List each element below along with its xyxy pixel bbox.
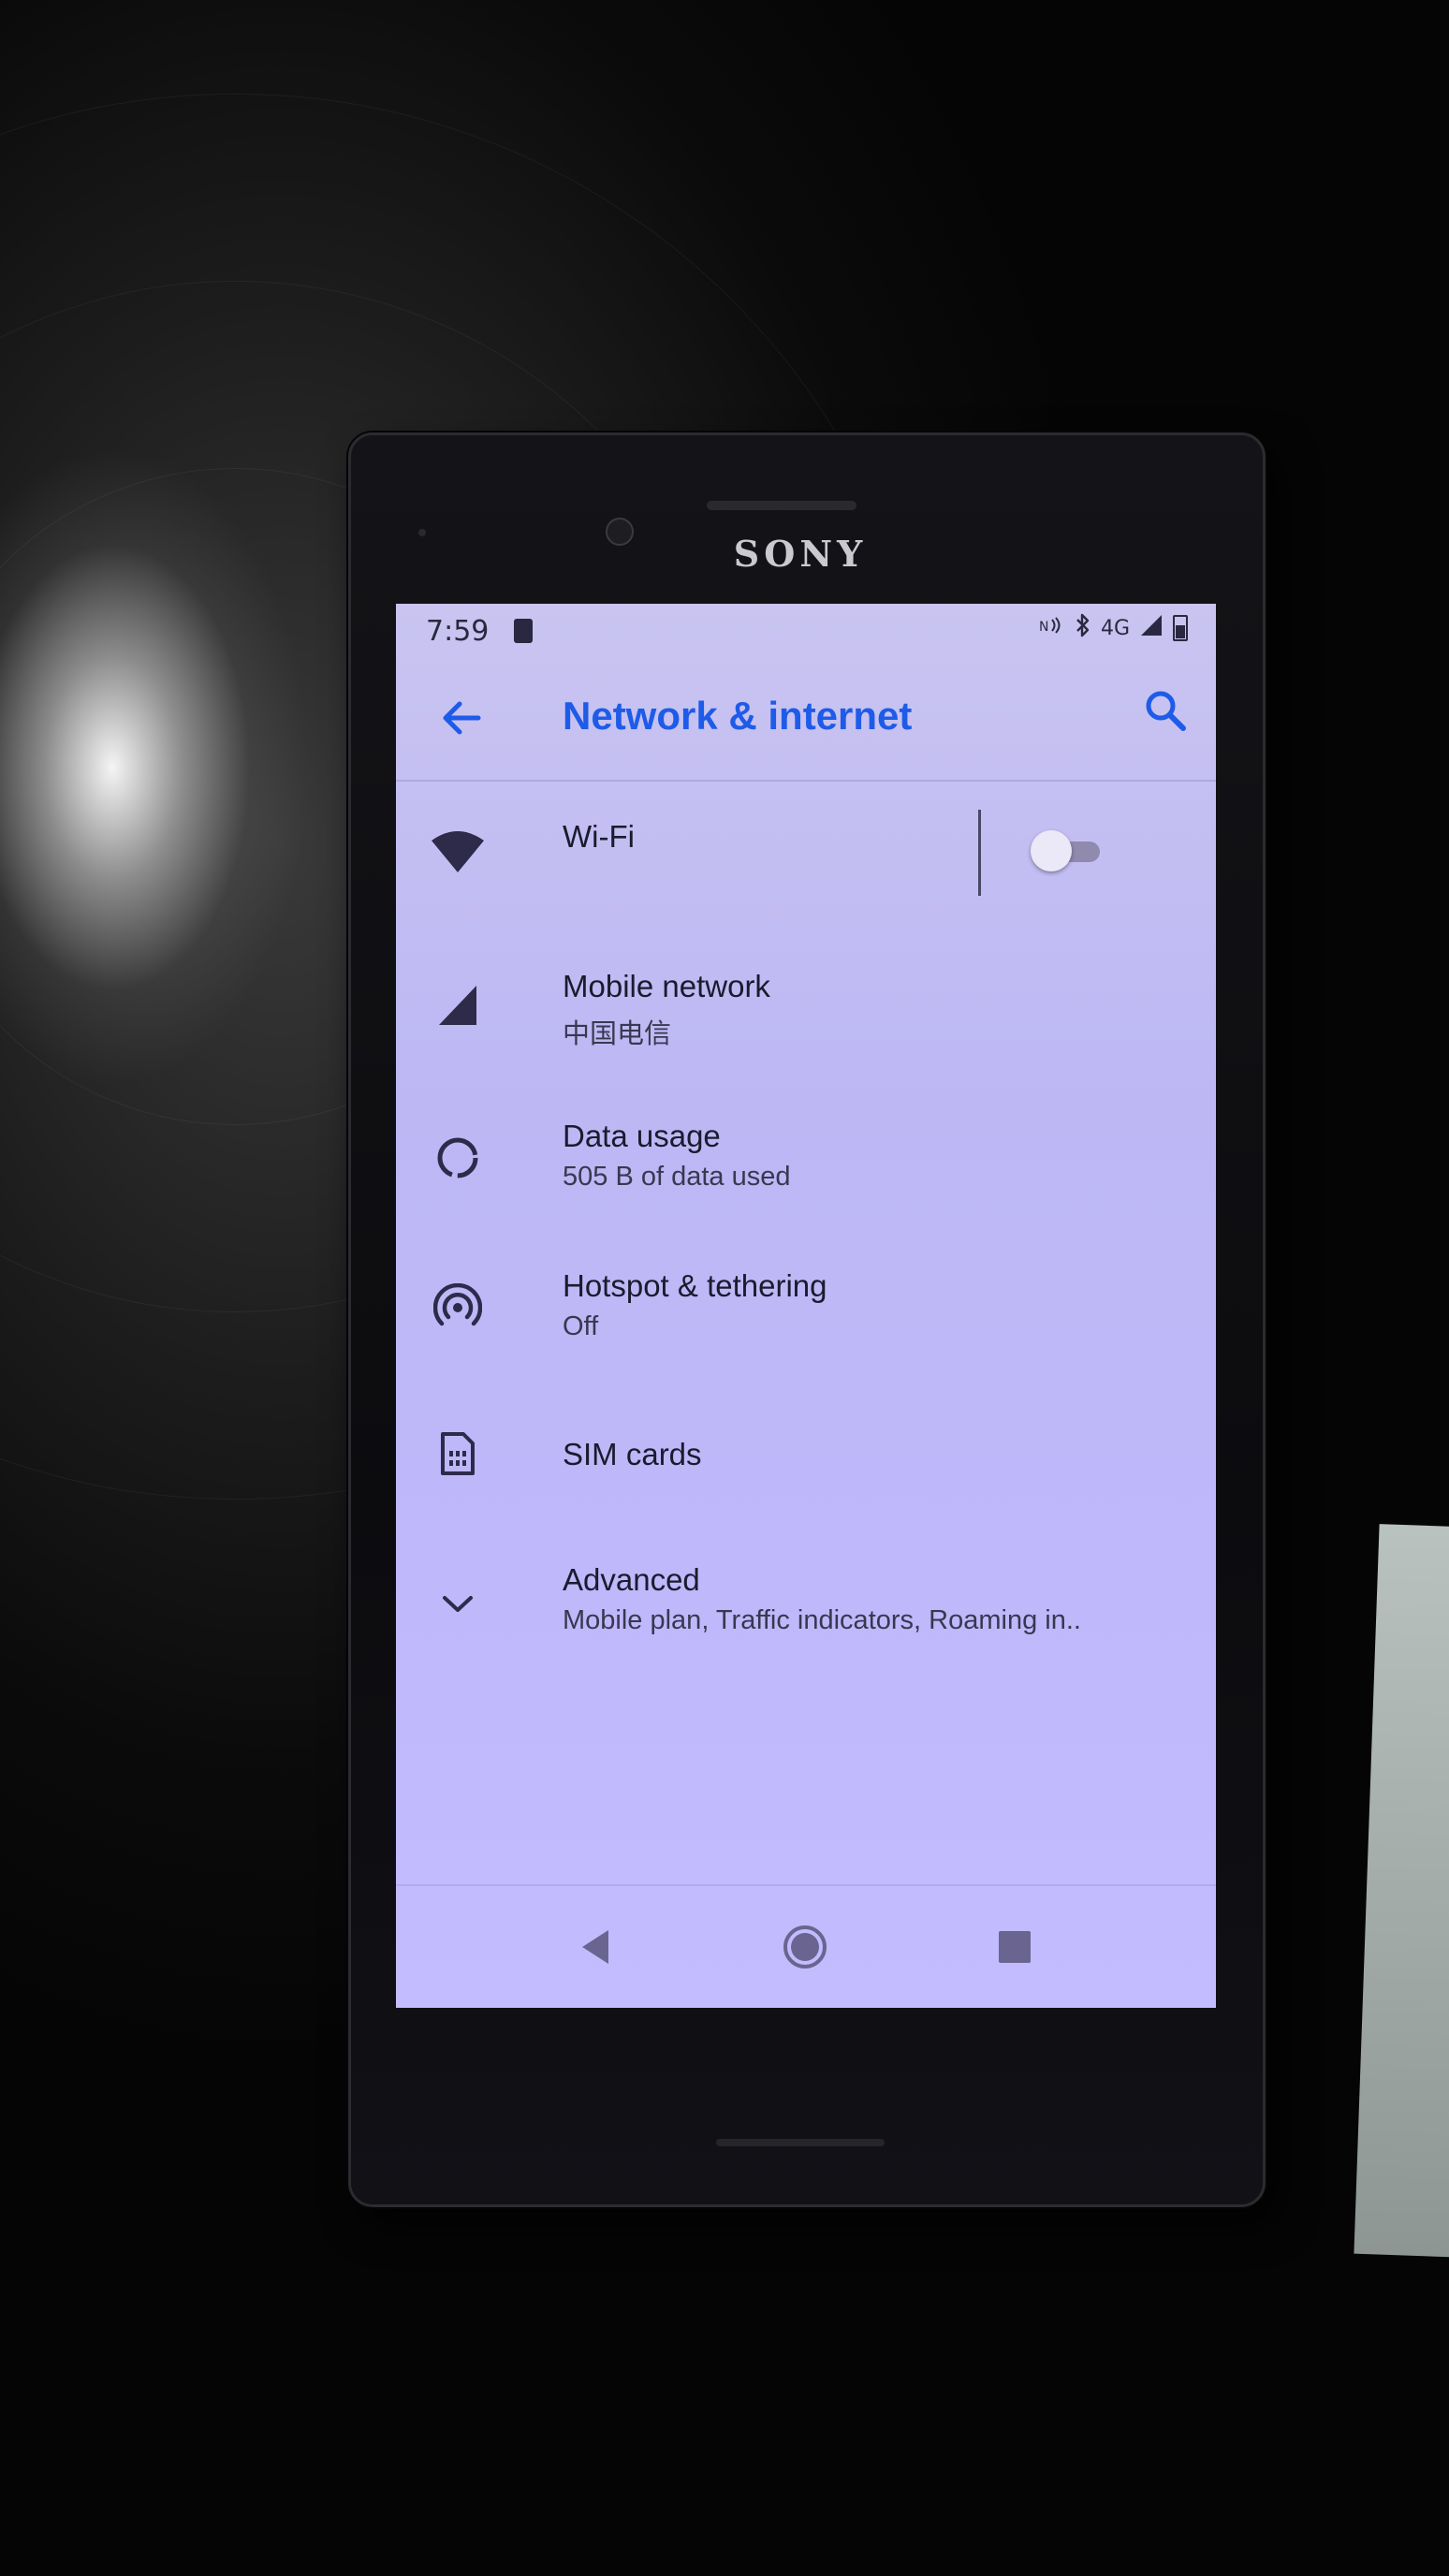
nav-home-button[interactable] — [772, 1914, 838, 1980]
back-triangle-icon — [582, 1930, 608, 1964]
wifi-icon — [422, 815, 493, 886]
home-circle-icon — [783, 1925, 827, 1969]
photo-background: SONY 7:59 N 4G Network & internet Wi-Fi … — [0, 0, 1449, 2576]
item-title: Data usage — [563, 1119, 721, 1153]
item-title: Hotspot & tethering — [563, 1268, 827, 1303]
search-icon — [1146, 691, 1186, 731]
notification-icon — [514, 619, 533, 643]
brand-logo: SONY — [733, 533, 868, 575]
settings-item-sim-cards[interactable]: SIM cards — [396, 1381, 1216, 1530]
recents-square-icon — [999, 1931, 1031, 1963]
back-button[interactable] — [433, 690, 490, 746]
arrow-left-icon — [443, 701, 481, 735]
bluetooth-icon — [1075, 613, 1091, 643]
battery-icon — [1173, 615, 1188, 641]
item-subtitle: 中国电信 — [563, 1019, 672, 1049]
item-subtitle: Mobile plan, Traffic indicators, Roaming… — [563, 1605, 1081, 1635]
item-title: Mobile network — [563, 969, 770, 1003]
settings-item-hotspot[interactable]: Hotspot & tethering Off — [396, 1231, 1216, 1381]
svg-text:N: N — [1039, 620, 1048, 635]
bottom-speaker — [716, 2139, 885, 2146]
proximity-sensor — [418, 529, 426, 536]
nav-back-button[interactable] — [563, 1914, 628, 1980]
divider — [978, 810, 981, 896]
settings-item-mobile-network[interactable]: Mobile network 中国电信 — [396, 931, 1216, 1081]
network-type-label: 4G — [1100, 616, 1130, 640]
settings-item-advanced[interactable]: Advanced Mobile plan, Traffic indicators… — [396, 1530, 1216, 1680]
item-title: SIM cards — [563, 1437, 702, 1471]
app-toolbar: Network & internet — [396, 658, 1216, 782]
signal-icon — [1139, 613, 1164, 643]
front-camera — [606, 518, 634, 546]
cell-signal-icon — [422, 969, 493, 1040]
item-title: Wi-Fi — [563, 819, 635, 854]
phone-screen: 7:59 N 4G Network & internet Wi-Fi Mobil… — [396, 604, 1216, 2008]
search-button[interactable] — [1135, 681, 1195, 740]
phone-body: SONY 7:59 N 4G Network & internet Wi-Fi … — [348, 432, 1266, 2207]
paper-sheet — [1354, 1524, 1449, 2258]
item-subtitle: 505 B of data used — [563, 1162, 791, 1192]
toggle-thumb — [1031, 830, 1072, 871]
data-usage-icon — [422, 1122, 493, 1193]
status-time: 7:59 — [426, 615, 490, 648]
wifi-toggle[interactable] — [1031, 830, 1100, 871]
item-title: Advanced — [563, 1562, 700, 1597]
status-icons: N 4G — [1039, 613, 1188, 643]
chevron-down-icon — [422, 1568, 493, 1639]
settings-item-data-usage[interactable]: Data usage 505 B of data used — [396, 1081, 1216, 1231]
settings-item-wifi[interactable]: Wi-Fi — [396, 782, 1216, 931]
navigation-bar — [396, 1884, 1216, 2008]
status-bar: 7:59 N 4G — [396, 604, 1216, 658]
sim-card-icon — [422, 1418, 493, 1489]
earpiece — [707, 501, 856, 510]
hotspot-icon — [422, 1272, 493, 1343]
nfc-icon: N — [1039, 615, 1065, 641]
nav-recents-button[interactable] — [982, 1914, 1047, 1980]
page-title: Network & internet — [563, 694, 913, 738]
item-subtitle: Off — [563, 1311, 599, 1341]
